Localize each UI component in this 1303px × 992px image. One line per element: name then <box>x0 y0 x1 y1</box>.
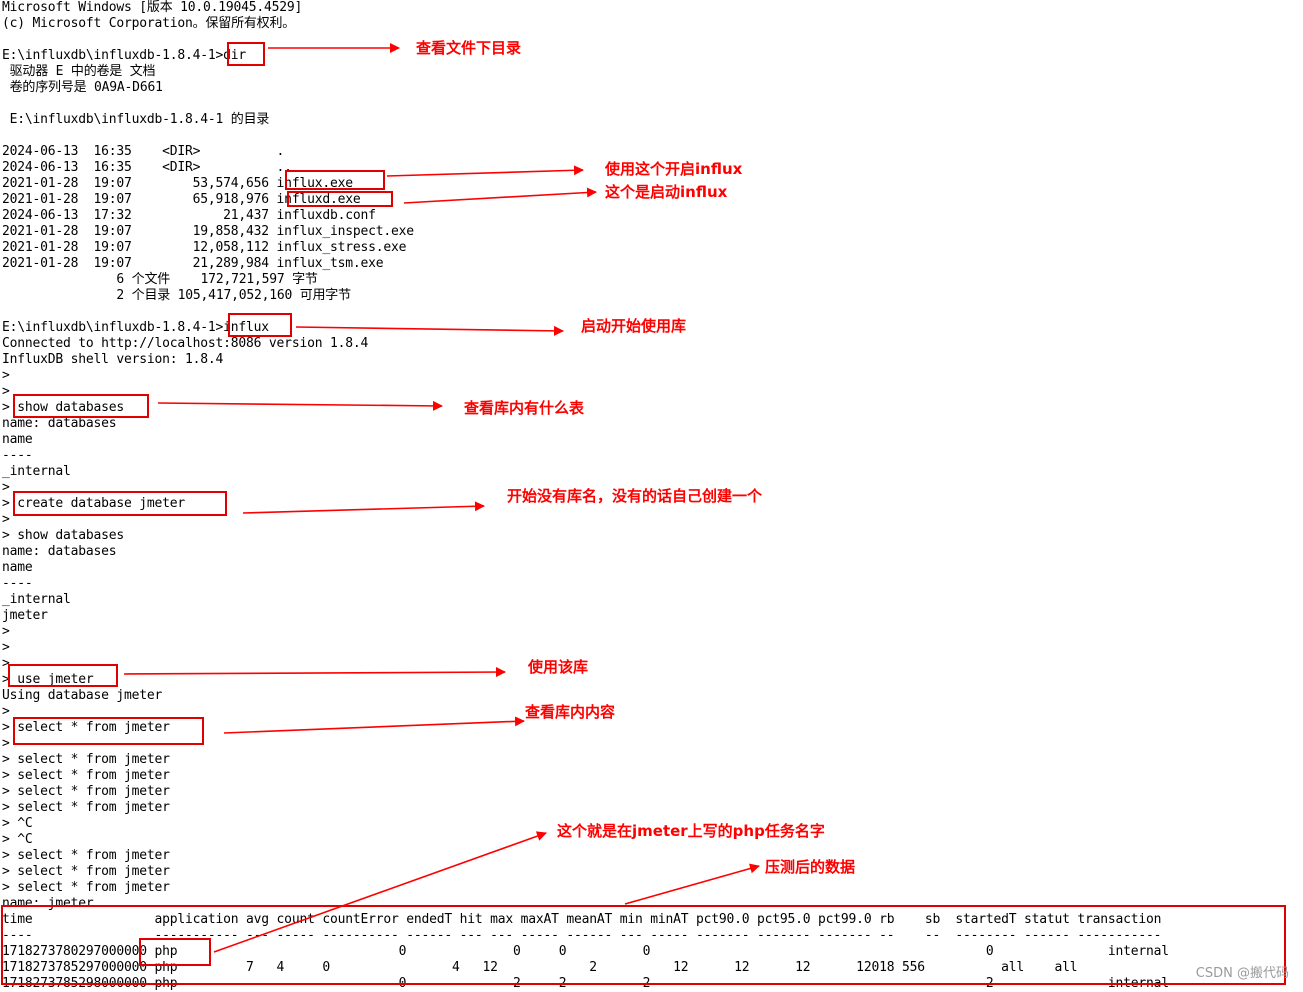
arrow-influx-cmd <box>295 325 564 336</box>
arrow-use-jmeter <box>123 667 506 678</box>
arrow-influx-exe <box>386 165 584 177</box>
annotation-view-content: 查看库内内容 <box>525 703 616 721</box>
annotation-start-using-db: 启动开始使用库 <box>581 317 687 335</box>
arrow-php <box>213 831 547 953</box>
annotation-view-directory: 查看文件下目录 <box>416 39 522 57</box>
annotation-php-task-name: 这个就是在jmeter上写的php任务名字 <box>557 822 825 840</box>
annotation-create-db: 开始没有库名，没有的话自己创建一个 <box>507 487 763 505</box>
annotation-start-influxd: 这个是启动influx <box>605 183 728 201</box>
annotation-test-data: 压测后的数据 <box>765 858 856 876</box>
annotation-use-influx: 使用这个开启influx <box>605 160 743 178</box>
annotation-show-tables: 查看库内有什么表 <box>464 399 585 417</box>
arrow-create-database <box>242 501 485 514</box>
csdn-watermark: CSDN @搬代码 <box>1195 966 1289 981</box>
arrow-influxd-exe <box>403 187 597 204</box>
arrow-show-databases <box>157 400 443 411</box>
arrow-select <box>223 716 525 734</box>
annotation-use-db: 使用该库 <box>528 658 589 676</box>
arrow-result-table <box>624 863 760 905</box>
